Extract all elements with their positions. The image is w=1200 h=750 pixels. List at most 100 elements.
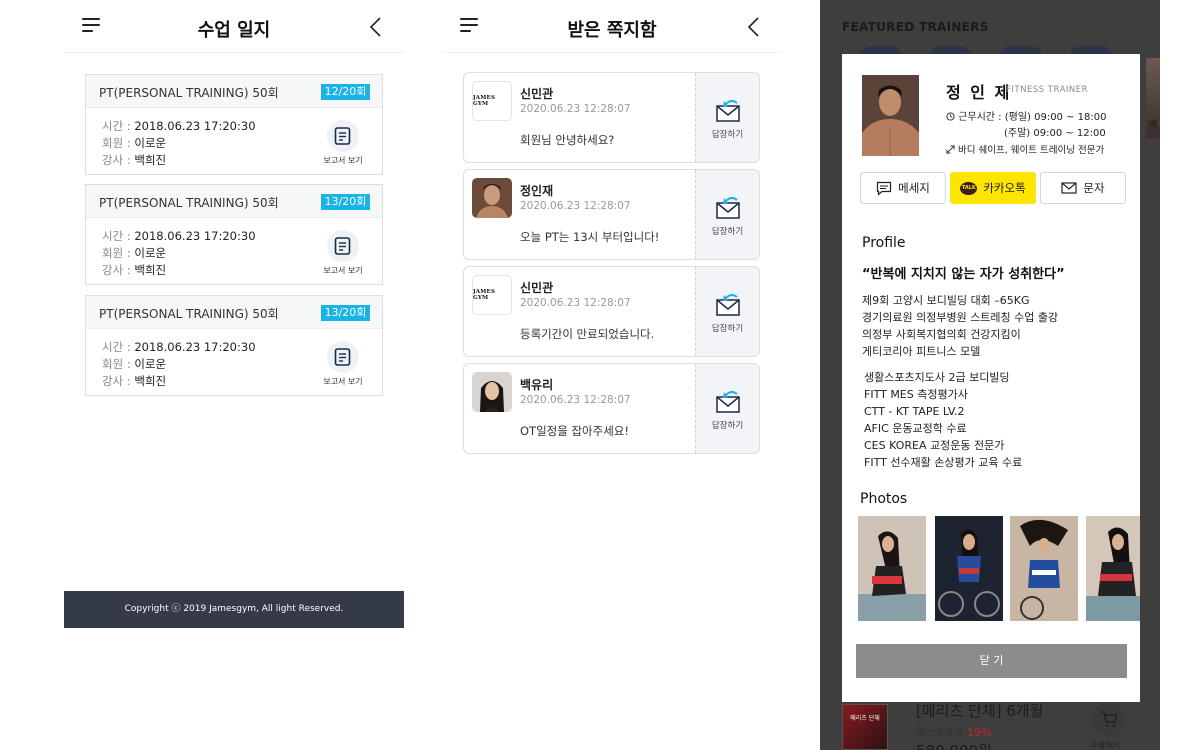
- career-item: 제9회 고양시 보디빌딩 대회 –65KG: [862, 294, 1030, 307]
- member-row: 회원 : 이로운: [102, 357, 167, 371]
- reply-button[interactable]: 답장하기: [695, 364, 759, 453]
- cart-label: 구매하기: [1090, 741, 1120, 750]
- trainer-quote: “반복에 지치지 않는 자가 성취한다”: [862, 267, 1065, 282]
- session-count-badge: 13/20회: [321, 305, 370, 321]
- message-text: OT일정을 잡아주세요!: [520, 424, 629, 438]
- product-thumbnail: 메리츠 단체: [842, 704, 888, 750]
- kakaotalk-button[interactable]: TALK 카카오톡: [950, 172, 1036, 204]
- product-name: [메리츠 단체] 6개월: [916, 702, 1044, 720]
- log-card: PT(PERSONAL TRAINING) 50회 12/20회 시간 : 20…: [85, 74, 383, 175]
- female-portrait-photo: [472, 372, 512, 412]
- header: 받은 쪽지함: [442, 0, 782, 53]
- view-report-button[interactable]: 보고서 보기: [318, 230, 368, 276]
- message-date: 2020.06.23 12:28:07: [520, 297, 631, 309]
- certification-item: CES KOREA 교정운동 전문가: [864, 439, 1005, 452]
- message-card[interactable]: JAMES GYM 신민관 2020.06.23 12:28:07 회원님 안녕…: [463, 72, 760, 163]
- inbox-screen: 받은 쪽지함 JAMES GYM 신민관 2020.06.23 12:28:07…: [442, 0, 782, 750]
- certification-item: 생활스포츠지도사 2급 보디빌딩: [864, 371, 1010, 384]
- reply-button[interactable]: 답장하기: [695, 170, 759, 259]
- report-icon: [334, 237, 351, 255]
- reply-mail-icon: [715, 196, 740, 219]
- certification-item: CTT - KT TAPE LV.2: [864, 405, 965, 418]
- back-icon[interactable]: [366, 16, 386, 38]
- back-icon[interactable]: [744, 16, 764, 38]
- sender-name: 신민관: [520, 87, 554, 101]
- career-list: 제9회 고양시 보디빌딩 대회 –65KG 경기의료원 의정부병원 스트레칭 수…: [862, 292, 1058, 360]
- message-button[interactable]: 메세지: [860, 172, 946, 204]
- reply-mail-icon: [715, 293, 740, 316]
- log-card: PT(PERSONAL TRAINING) 50회 13/20회 시간 : 20…: [85, 184, 383, 285]
- report-icon: [334, 348, 351, 366]
- coach-row: 강사 : 백희진: [102, 374, 167, 388]
- trainer-card-name: 백: [1149, 121, 1158, 131]
- kakao-talk-icon: TALK: [960, 181, 978, 195]
- footer-copyright: Copyright ⓒ 2019 Jamesgym, All light Res…: [64, 591, 404, 628]
- sms-button[interactable]: 문자: [1040, 172, 1126, 204]
- gallery-photo[interactable]: [1010, 516, 1078, 621]
- male-portrait-photo: [472, 178, 512, 218]
- header: 수업 일지: [64, 0, 404, 53]
- sender-name: 백유리: [520, 378, 554, 392]
- page-title: 수업 일지: [197, 20, 271, 41]
- cart-button[interactable]: [1092, 702, 1126, 736]
- career-item: 의정부 사회복지협의회 건강지킴이: [862, 328, 1021, 341]
- certification-item: FITT 선수재활 손상평가 교육 수료: [864, 456, 1023, 469]
- message-card[interactable]: 정인재 2020.06.23 12:28:07 오늘 PT는 13시 부터입니다…: [463, 169, 760, 260]
- reply-button[interactable]: 답장하기: [695, 73, 759, 162]
- program-name: PT(PERSONAL TRAINING) 50회: [99, 196, 279, 210]
- certification-list: 생활스포츠지도사 2급 보디빌딩 FITT MES 측정평가사 CTT - KT…: [864, 369, 1022, 471]
- message-card[interactable]: 백유리 2020.06.23 12:28:07 OT일정을 잡아주세요! 답장하…: [463, 363, 760, 454]
- trainer-modal: 정 인 제 FITNESS TRAINER 근무시간 : (평일) 09:00 …: [842, 54, 1140, 702]
- profile-heading: Profile: [862, 235, 906, 251]
- product-subtitle: 헬스6개월 19%: [916, 726, 992, 739]
- view-report-button[interactable]: 보고서 보기: [318, 120, 368, 166]
- log-card: PT(PERSONAL TRAINING) 50회 13/20회 시간 : 20…: [85, 295, 383, 396]
- chat-icon: [877, 181, 892, 196]
- work-hours: 근무시간 : (평일) 09:00 ~ 18:00: [946, 108, 1106, 123]
- certification-item: FITT MES 측정평가사: [864, 388, 968, 401]
- photo-gallery[interactable]: [858, 516, 1140, 621]
- sender-name: 신민관: [520, 281, 554, 295]
- trainer-detail-screen: FEATURED TRAINERS 백 메리츠 단체 [메리츠 단체] 6개월 …: [820, 0, 1160, 750]
- sender-avatar: [472, 178, 512, 218]
- gallery-photo[interactable]: [858, 516, 926, 621]
- member-row: 회원 : 이로운: [102, 246, 167, 260]
- time-row: 시간 : 2018.06.23 17:20:30: [102, 340, 256, 354]
- sender-avatar: [472, 372, 512, 412]
- message-date: 2020.06.23 12:28:07: [520, 394, 631, 406]
- message-text: 등록기간이 만료되었습니다.: [520, 327, 655, 341]
- lesson-log-screen: 수업 일지 PT(PERSONAL TRAINING) 50회 12/20회 시…: [64, 0, 404, 750]
- gallery-photo[interactable]: [935, 516, 1003, 621]
- envelope-icon: [1061, 182, 1078, 194]
- gym-logo: JAMES GYM: [473, 289, 496, 301]
- career-item: 게티코리아 피트니스 모델: [862, 345, 981, 358]
- program-name: PT(PERSONAL TRAINING) 50회: [99, 86, 279, 100]
- message-text: 오늘 PT는 13시 부터입니다!: [520, 230, 660, 244]
- reply-button[interactable]: 답장하기: [695, 267, 759, 356]
- trainer-name: 정 인 제: [946, 83, 1012, 102]
- cart-icon: [1101, 711, 1118, 727]
- gym-logo: JAMES GYM: [473, 95, 496, 107]
- product-price: 580,000원: [916, 740, 992, 750]
- coach-row: 강사 : 백희진: [102, 263, 167, 277]
- career-item: 경기의료원 의정부병원 스트레칭 수업 출강: [862, 311, 1059, 324]
- work-hours-weekend: (주말) 09:00 ~ 12:00: [1004, 128, 1106, 139]
- gallery-photo[interactable]: [1086, 516, 1140, 621]
- photos-heading: Photos: [860, 491, 908, 507]
- session-count-badge: 13/20회: [321, 194, 370, 210]
- featured-trainers-title: FEATURED TRAINERS: [842, 20, 989, 34]
- message-text: 회원님 안녕하세요?: [520, 133, 615, 147]
- reply-mail-icon: [715, 390, 740, 413]
- session-count-badge: 12/20회: [321, 84, 370, 100]
- specialty: 바디 쉐이프, 웨이트 트레이닝 전문가: [946, 142, 1104, 156]
- report-icon: [334, 127, 351, 145]
- reply-mail-icon: [715, 99, 740, 122]
- view-report-button[interactable]: 보고서 보기: [318, 341, 368, 387]
- message-date: 2020.06.23 12:28:07: [520, 103, 631, 115]
- sender-avatar: JAMES GYM: [472, 81, 512, 121]
- program-name: PT(PERSONAL TRAINING) 50회: [99, 307, 279, 321]
- close-button[interactable]: 닫 기: [856, 644, 1127, 678]
- time-row: 시간 : 2018.06.23 17:20:30: [102, 119, 256, 133]
- member-row: 회원 : 이로운: [102, 136, 167, 150]
- message-card[interactable]: JAMES GYM 신민관 2020.06.23 12:28:07 등록기간이 …: [463, 266, 760, 357]
